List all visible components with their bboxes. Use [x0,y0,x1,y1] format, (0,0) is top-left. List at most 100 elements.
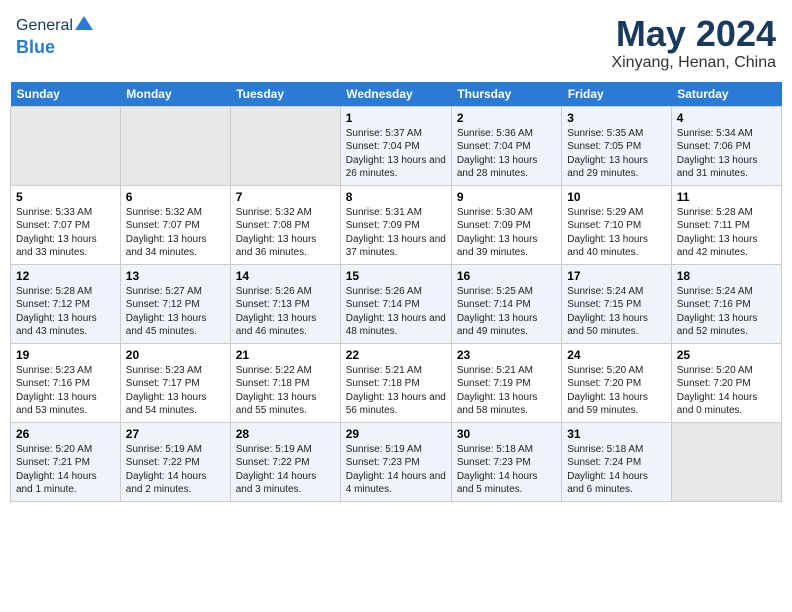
calendar-cell: 3 Sunrise: 5:35 AM Sunset: 7:05 PM Daylig… [562,106,672,185]
calendar-cell: 23 Sunrise: 5:21 AM Sunset: 7:19 PM Dayli… [451,343,561,422]
day-info: Sunrise: 5:37 AM Sunset: 7:04 PM Dayligh… [346,127,446,181]
day-number: 24 [567,348,666,362]
calendar-cell [11,106,121,185]
day-number: 6 [126,190,225,204]
calendar-cell: 18Sunrise: 5:24 AM Sunset: 7:16 PM Dayli… [671,264,781,343]
calendar-cell: 16 Sunrise: 5:25 AM Sunset: 7:14 PM Dayli… [451,264,561,343]
calendar-cell: 19Sunrise: 5:23 AM Sunset: 7:16 PM Dayli… [11,343,121,422]
day-number: 2 [457,111,556,125]
calendar-cell: 17 Sunrise: 5:24 AM Sunset: 7:15 PM Dayli… [562,264,672,343]
day-number: 21 [236,348,335,362]
day-number: 14 [236,269,335,283]
day-number: 10 [567,190,666,204]
calendar-cell: 2 Sunrise: 5:36 AM Sunset: 7:04 PM Daylig… [451,106,561,185]
day-number: 5 [16,190,115,204]
calendar-body: 1Sunrise: 5:37 AM Sunset: 7:04 PM Daylig… [11,106,782,501]
day-info: Sunrise: 5:36 AM Sunset: 7:04 PM Dayligh… [457,127,556,181]
calendar-cell: 26 Sunrise: 5:20 AM Sunset: 7:21 PM Dayli… [11,422,121,501]
calendar-cell: 4Sunrise: 5:34 AM Sunset: 7:06 PM Daylig… [671,106,781,185]
day-info: Sunrise: 5:20 AM Sunset: 7:21 PM Dayligh… [16,443,115,497]
calendar-cell [671,422,781,501]
day-info: Sunrise: 5:19 AM Sunset: 7:22 PM Dayligh… [126,443,225,497]
day-number: 11 [677,190,776,204]
logo-icon [75,14,93,32]
calendar-cell: 9 Sunrise: 5:30 AM Sunset: 7:09 PM Daylig… [451,185,561,264]
calendar-week-row: 12 Sunrise: 5:28 AM Sunset: 7:12 PM Dayli… [11,264,782,343]
day-number: 16 [457,269,556,283]
logo-general-text: General [16,17,73,35]
calendar-cell: 5Sunrise: 5:33 AM Sunset: 7:07 PM Daylig… [11,185,121,264]
calendar-cell: 24 Sunrise: 5:20 AM Sunset: 7:20 PM Dayli… [562,343,672,422]
day-info: Sunrise: 5:19 AM Sunset: 7:22 PM Dayligh… [236,443,335,497]
day-info: Sunrise: 5:21 AM Sunset: 7:19 PM Dayligh… [457,364,556,418]
calendar-cell: 1Sunrise: 5:37 AM Sunset: 7:04 PM Daylig… [340,106,451,185]
calendar-cell: 6 Sunrise: 5:32 AM Sunset: 7:07 PM Daylig… [120,185,230,264]
calendar-cell: 21Sunrise: 5:22 AM Sunset: 7:18 PM Dayli… [230,343,340,422]
day-info: Sunrise: 5:25 AM Sunset: 7:14 PM Dayligh… [457,285,556,339]
day-info: Sunrise: 5:26 AM Sunset: 7:14 PM Dayligh… [346,285,446,339]
day-info: Sunrise: 5:35 AM Sunset: 7:05 PM Dayligh… [567,127,666,181]
day-info: Sunrise: 5:18 AM Sunset: 7:23 PM Dayligh… [457,443,556,497]
calendar-cell: 28 Sunrise: 5:19 AM Sunset: 7:22 PM Dayli… [230,422,340,501]
day-number: 7 [236,190,335,204]
calendar-cell: 30 Sunrise: 5:18 AM Sunset: 7:23 PM Dayli… [451,422,561,501]
title-block: May 2024 Xinyang, Henan, China [611,14,776,72]
day-info: Sunrise: 5:31 AM Sunset: 7:09 PM Dayligh… [346,206,446,260]
day-number: 23 [457,348,556,362]
day-number: 27 [126,427,225,441]
calendar-cell: 20 Sunrise: 5:23 AM Sunset: 7:17 PM Dayli… [120,343,230,422]
calendar-cell: 27 Sunrise: 5:19 AM Sunset: 7:22 PM Dayli… [120,422,230,501]
day-info: Sunrise: 5:20 AM Sunset: 7:20 PM Dayligh… [677,364,776,418]
calendar-cell: 7 Sunrise: 5:32 AM Sunset: 7:08 PM Daylig… [230,185,340,264]
day-number: 30 [457,427,556,441]
day-info: Sunrise: 5:20 AM Sunset: 7:20 PM Dayligh… [567,364,666,418]
calendar-cell [230,106,340,185]
day-info: Sunrise: 5:32 AM Sunset: 7:08 PM Dayligh… [236,206,335,260]
day-number: 9 [457,190,556,204]
day-number: 8 [346,190,446,204]
day-number: 13 [126,269,225,283]
calendar-cell: 10 Sunrise: 5:29 AM Sunset: 7:10 PM Dayli… [562,185,672,264]
day-info: Sunrise: 5:30 AM Sunset: 7:09 PM Dayligh… [457,206,556,260]
location-title: Xinyang, Henan, China [611,54,776,72]
day-info: Sunrise: 5:29 AM Sunset: 7:10 PM Dayligh… [567,206,666,260]
weekday-header-row: SundayMondayTuesdayWednesdayThursdayFrid… [11,82,782,107]
day-number: 28 [236,427,335,441]
weekday-header-cell: Sunday [11,82,121,107]
calendar-cell: 13 Sunrise: 5:27 AM Sunset: 7:12 PM Dayli… [120,264,230,343]
calendar-cell: 15 Sunrise: 5:26 AM Sunset: 7:14 PM Dayli… [340,264,451,343]
weekday-header-cell: Tuesday [230,82,340,107]
day-number: 25 [677,348,776,362]
calendar-cell: 11Sunrise: 5:28 AM Sunset: 7:11 PM Dayli… [671,185,781,264]
day-number: 26 [16,427,115,441]
calendar-cell [120,106,230,185]
calendar-cell: 25 Sunrise: 5:20 AM Sunset: 7:20 PM Dayli… [671,343,781,422]
day-info: Sunrise: 5:32 AM Sunset: 7:07 PM Dayligh… [126,206,225,260]
weekday-header-cell: Saturday [671,82,781,107]
calendar-cell: 12 Sunrise: 5:28 AM Sunset: 7:12 PM Dayli… [11,264,121,343]
calendar-week-row: 26 Sunrise: 5:20 AM Sunset: 7:21 PM Dayli… [11,422,782,501]
day-info: Sunrise: 5:21 AM Sunset: 7:18 PM Dayligh… [346,364,446,418]
calendar-cell: 29 Sunrise: 5:19 AM Sunset: 7:23 PM Dayli… [340,422,451,501]
weekday-header-cell: Thursday [451,82,561,107]
day-info: Sunrise: 5:27 AM Sunset: 7:12 PM Dayligh… [126,285,225,339]
weekday-header-cell: Friday [562,82,672,107]
day-number: 17 [567,269,666,283]
calendar-week-row: 5Sunrise: 5:33 AM Sunset: 7:07 PM Daylig… [11,185,782,264]
day-info: Sunrise: 5:23 AM Sunset: 7:17 PM Dayligh… [126,364,225,418]
calendar-cell: 22Sunrise: 5:21 AM Sunset: 7:18 PM Dayli… [340,343,451,422]
day-info: Sunrise: 5:28 AM Sunset: 7:12 PM Dayligh… [16,285,115,339]
day-number: 3 [567,111,666,125]
day-info: Sunrise: 5:19 AM Sunset: 7:23 PM Dayligh… [346,443,446,497]
day-info: Sunrise: 5:26 AM Sunset: 7:13 PM Dayligh… [236,285,335,339]
day-number: 12 [16,269,115,283]
day-info: Sunrise: 5:18 AM Sunset: 7:24 PM Dayligh… [567,443,666,497]
day-number: 31 [567,427,666,441]
day-number: 4 [677,111,776,125]
calendar-cell: 14 Sunrise: 5:26 AM Sunset: 7:13 PM Dayli… [230,264,340,343]
day-number: 20 [126,348,225,362]
day-number: 15 [346,269,446,283]
calendar-cell: 8 Sunrise: 5:31 AM Sunset: 7:09 PM Daylig… [340,185,451,264]
day-info: Sunrise: 5:24 AM Sunset: 7:15 PM Dayligh… [567,285,666,339]
day-number: 29 [346,427,446,441]
